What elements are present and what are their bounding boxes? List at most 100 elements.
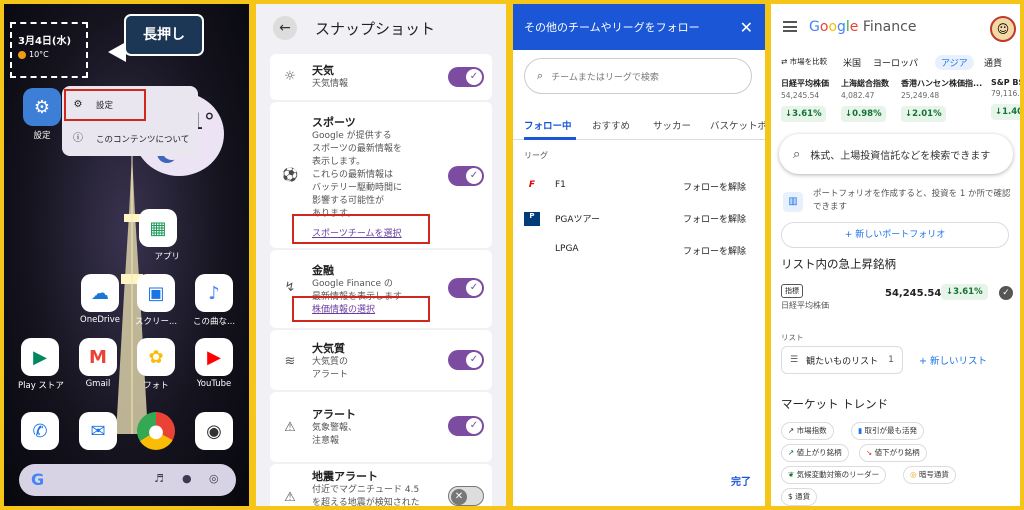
screenshot-label: スクリー...	[134, 317, 178, 327]
chip-label: 値上がり銘柄	[796, 448, 842, 457]
microphone-icon[interactable]: ●	[182, 472, 192, 485]
tab-compare-markets[interactable]: ⇄ 市場を比較	[781, 56, 827, 67]
tab-label: 市場を比較	[789, 57, 828, 66]
earthquake-toggle[interactable]	[448, 486, 484, 506]
tab-basketball[interactable]: バスケットボ	[710, 118, 765, 132]
trend-chip-crypto[interactable]: ◎ 暗号通貨	[903, 466, 956, 484]
setting-row-alerts[interactable]: ⚠ アラート 気象警報、 注意報	[270, 392, 492, 462]
phone-icon: ✆	[21, 412, 59, 450]
trend-chip-currency[interactable]: $ 通貨	[781, 488, 818, 506]
trend-chip-indices[interactable]: ↗ 市場指数	[781, 422, 834, 440]
trend-chip-losers[interactable]: ↘ 値下がり銘柄	[859, 444, 927, 462]
hamburger-menu-icon[interactable]	[783, 21, 797, 32]
chip-label: 暗号通貨	[918, 470, 949, 479]
close-icon[interactable]: ✕	[740, 18, 753, 37]
lens-icon[interactable]: ◎	[209, 472, 219, 485]
apps-folder[interactable]: ▦ アプリ	[136, 209, 180, 262]
pga-logo-icon: P	[524, 212, 540, 226]
watchlist-label: 観たいものリスト	[806, 356, 879, 367]
setting-row-weather[interactable]: ☼ 天気 天気情報	[270, 54, 492, 100]
tab-us[interactable]: 米国	[843, 56, 861, 69]
check-icon[interactable]: ✓	[999, 286, 1013, 300]
air-quality-toggle[interactable]	[448, 350, 484, 370]
trend-chip-climate-leaders[interactable]: ❦ 気候変動対策のリーダー	[781, 466, 887, 484]
snapshot-settings-panel: ← スナップショット ☼ 天気 天気情報 ⚽ スポーツ Google が提供する…	[256, 4, 506, 506]
setting-row-air-quality[interactable]: ≋ 大気質 大気質の アラート	[270, 330, 492, 390]
tab-following[interactable]: フォロー中	[524, 118, 572, 132]
mover-name: 日経平均株価	[781, 301, 829, 310]
song-search-app[interactable]: ♪ この曲な...	[192, 274, 236, 327]
index-value: 4,082.47	[841, 91, 875, 100]
team-search-input[interactable]: ⌕ チームまたはリーグで検索	[524, 58, 752, 94]
compare-icon: ⇄	[781, 57, 790, 66]
alerts-toggle[interactable]	[448, 416, 484, 436]
screenshot-app[interactable]: ▣ スクリー...	[134, 274, 178, 327]
stock-search-input[interactable]: ⌕ 株式、上場投資信託などを検索できます	[779, 134, 1013, 174]
index-card[interactable]: 香港ハンセン株価指... 25,249.48 ↓2.01%	[901, 78, 983, 122]
avatar[interactable]: ☺	[990, 16, 1016, 42]
google-finance-panel: Google Finance ☺ ⇄ 市場を比較 米国 ヨーロッパ アジア 通貨…	[771, 4, 1020, 506]
menu-item-about-content[interactable]: ⓘ このコンテンツについて	[62, 124, 198, 154]
mover-row[interactable]: 指標 日経平均株価 54,245.54 ↓3.61% ✓	[781, 280, 1015, 316]
new-portfolio-button[interactable]: + 新しいポートフォリオ	[781, 222, 1009, 248]
onedrive-label: OneDrive	[80, 315, 120, 325]
chip-label: 市場指数	[796, 426, 827, 435]
soccer-ball-icon: ⚽	[282, 168, 299, 183]
weather-toggle[interactable]	[448, 67, 484, 87]
info-icon: ⓘ	[73, 133, 83, 144]
done-button[interactable]: 完了	[731, 473, 751, 488]
index-name: 香港ハンセン株価指...	[901, 79, 983, 88]
onedrive-app[interactable]: ☁ OneDrive	[78, 274, 122, 325]
chrome-app[interactable]: ●	[134, 412, 178, 450]
tab-asia[interactable]: アジア	[935, 55, 974, 70]
gmail-icon: M	[79, 338, 117, 376]
unfollow-button[interactable]: フォローを解除	[683, 180, 746, 193]
trend-chip-gainers[interactable]: ↗ 値上がり銘柄	[781, 444, 849, 462]
setting-title: スポーツ	[312, 116, 356, 129]
index-value: 79,116.	[991, 89, 1020, 98]
messages-app[interactable]: ✉	[76, 412, 120, 450]
warning-icon: ⚠	[284, 490, 296, 505]
setting-title: アラート	[312, 408, 356, 421]
chip-label: 値下がり銘柄	[874, 448, 920, 457]
back-arrow-icon[interactable]: ←	[273, 16, 297, 40]
finance-chart-icon: ↯	[284, 280, 296, 295]
gmail-app[interactable]: M Gmail	[76, 338, 120, 389]
tab-soccer[interactable]: サッカー	[653, 118, 691, 132]
index-card[interactable]: S&P BS 79,116. ↓1.40	[991, 78, 1020, 120]
camera-app[interactable]: ◉	[192, 412, 236, 450]
dialog-title: その他のチームやリーグをフォロー	[524, 21, 700, 34]
date-text[interactable]: 3月4日(水)	[18, 32, 71, 47]
follow-teams-panel: その他のチームやリーグをフォロー ✕ ⌕ チームまたはリーグで検索 フォロー中 …	[513, 4, 765, 506]
league-row: LPGA フォローを解除	[513, 240, 765, 268]
trend-chip-most-active[interactable]: ▮ 取引が最も活発	[851, 422, 925, 440]
google-search-bar[interactable]: G ♬ ● ◎	[19, 464, 236, 496]
search-icon: ⌕	[793, 146, 801, 162]
menu-item-about-label: このコンテンツについて	[96, 135, 190, 145]
setting-subtitle: Google が提供する スポーツの最新情報を 表示します。 これらの最新情報は…	[312, 131, 403, 219]
music-note-icon: ♪	[195, 274, 233, 312]
search-placeholder: 株式、上場投資信託などを検索できます	[810, 150, 991, 162]
setting-row-earthquake[interactable]: ⚠ 地震アラート 付近でマグニチュード 4.5 を超える地震が検知された	[270, 464, 492, 506]
league-name: PGAツアー	[555, 215, 601, 225]
tab-europe[interactable]: ヨーロッパ	[873, 56, 918, 69]
finance-toggle[interactable]	[448, 278, 484, 298]
follow-header: その他のチームやリーグをフォロー ✕	[513, 4, 765, 50]
phone-app[interactable]: ✆	[18, 412, 62, 450]
unfollow-button[interactable]: フォローを解除	[683, 244, 746, 257]
play-store-app[interactable]: ▶ Play ストア	[18, 338, 64, 391]
index-card[interactable]: 上海総合指数 4,082.47 ↓0.98%	[841, 78, 903, 122]
new-list-button[interactable]: + 新しいリスト	[919, 353, 987, 367]
sound-wave-icon[interactable]: ♬	[154, 472, 164, 485]
settings-app[interactable]: ⚙ 設定	[20, 88, 64, 141]
index-card[interactable]: 日経平均株価 54,245.54 ↓3.61%	[781, 78, 843, 122]
youtube-icon: ▶	[195, 338, 233, 376]
unfollow-button[interactable]: フォローを解除	[683, 212, 746, 225]
sports-toggle[interactable]	[448, 166, 484, 186]
photos-app[interactable]: ✿ フォト	[134, 338, 178, 391]
tab-recommended[interactable]: おすすめ	[592, 118, 630, 132]
watchlist-chip[interactable]: ☰ 観たいものリスト 1	[781, 346, 903, 374]
screenshot-icon: ▣	[137, 274, 175, 312]
tab-currency[interactable]: 通貨	[984, 56, 1002, 69]
youtube-app[interactable]: ▶ YouTube	[192, 338, 236, 389]
